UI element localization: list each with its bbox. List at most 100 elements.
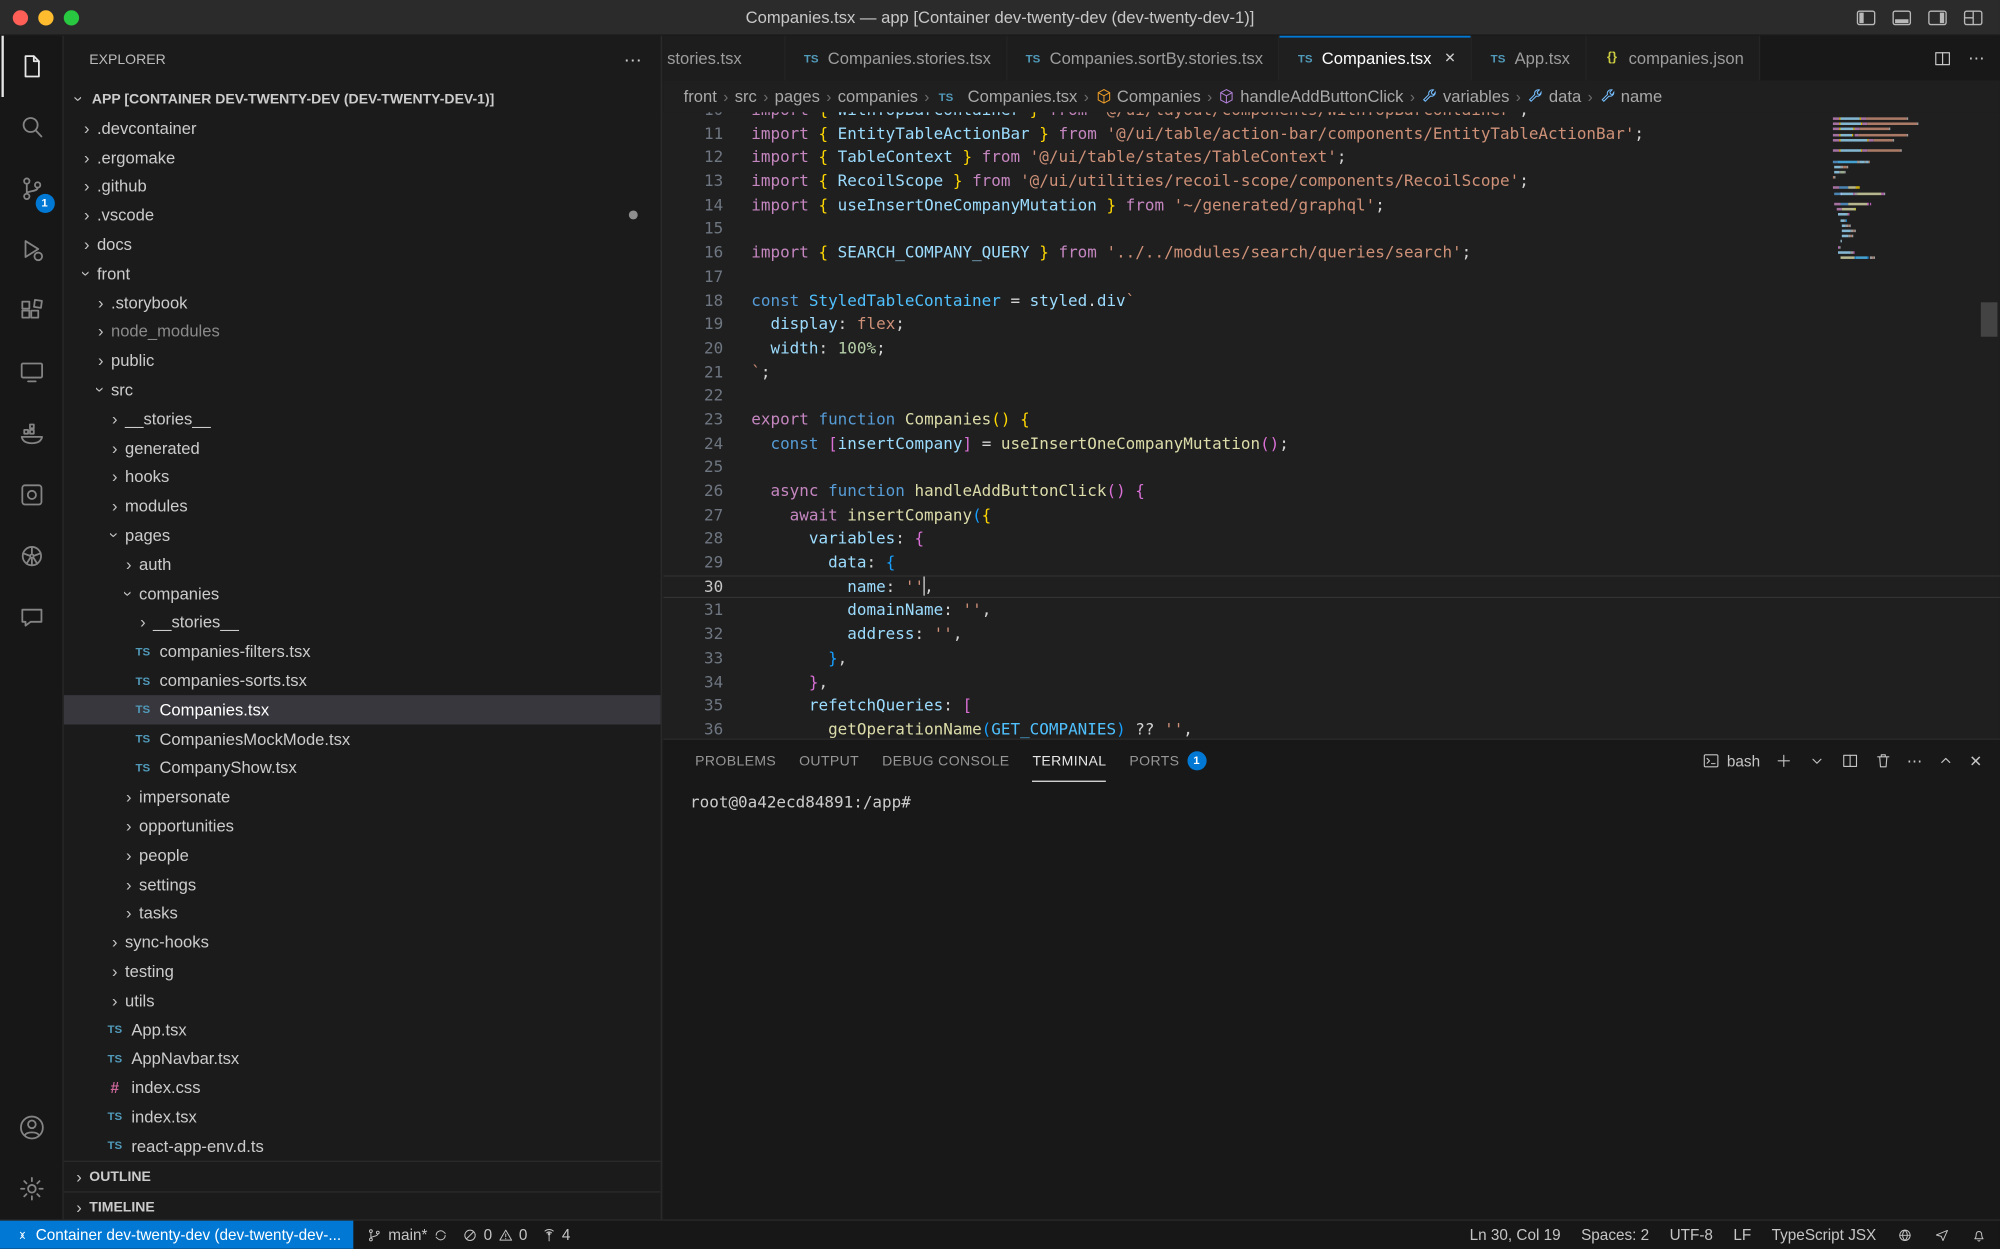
folder-impersonate[interactable]: ›impersonate [64,782,661,811]
toggle-primary-sidebar-icon[interactable] [1855,6,1878,29]
code-line-31[interactable]: 31 domainName: '', [663,599,2000,623]
remote-indicator[interactable]: Container dev-twenty-dev (dev-twenty-dev… [0,1221,354,1249]
folder-__stories__[interactable]: ›__stories__ [64,404,661,433]
outline-section[interactable]: › OUTLINE [64,1161,661,1192]
code-line-36[interactable]: 36 getOperationName(GET_COMPANIES) ?? ''… [663,718,2000,739]
split-editor-icon[interactable] [1932,48,1952,68]
folder-.devcontainer[interactable]: ›.devcontainer [64,114,661,143]
run-debug-icon[interactable] [1,219,62,280]
folder-tasks[interactable]: ›tasks [64,899,661,928]
comment-icon[interactable] [1,587,62,648]
container-tools-icon[interactable] [1,464,62,525]
toggle-secondary-sidebar-icon[interactable] [1926,6,1949,29]
terminal[interactable]: root@0a42ecd84891:/app# [663,782,2000,811]
breadcrumb-item-pages[interactable]: pages [775,87,820,106]
folder-opportunities[interactable]: ›opportunities [64,811,661,840]
file-react-app-env.d.ts[interactable]: TSreact-app-env.d.ts [64,1131,661,1160]
panel-tab-terminal[interactable]: TERMINAL [1032,740,1106,781]
status-encoding[interactable]: UTF-8 [1670,1226,1713,1244]
file-CompaniesMockMode.tsx[interactable]: TSCompaniesMockMode.tsx [64,724,661,753]
panel-tab-problems[interactable]: PROBLEMS [695,740,776,781]
folder-people[interactable]: ›people [64,840,661,869]
shell-selector[interactable]: bash [1701,751,1760,770]
code-line-11[interactable]: 11import { EntityTableActionBar } from '… [663,122,2000,146]
code-line-25[interactable]: 25 [663,456,2000,480]
kubernetes-icon[interactable] [1,526,62,587]
folder-__stories__[interactable]: ›__stories__ [64,608,661,637]
code-line-28[interactable]: 28 variables: { [663,527,2000,551]
explorer-icon[interactable] [1,36,62,97]
breadcrumb-item-Companies[interactable]: Companies [1095,87,1201,106]
notifications-bell-icon[interactable] [1971,1226,1988,1243]
minimap[interactable] [1833,117,1973,261]
code-line-26[interactable]: 26 async function handleAddButtonClick()… [663,480,2000,504]
remote-explorer-icon[interactable] [1,342,62,403]
code-line-15[interactable]: 15 [663,217,2000,241]
file-index.css[interactable]: #index.css [64,1073,661,1102]
code-line-17[interactable]: 17 [663,265,2000,289]
folder-hooks[interactable]: ›hooks [64,462,661,491]
breadcrumb-item-data[interactable]: data [1527,87,1581,106]
status-indentation[interactable]: Spaces: 2 [1581,1226,1649,1244]
branch-indicator[interactable]: main* [367,1226,450,1244]
panel-tab-ports[interactable]: PORTS1 [1129,740,1206,781]
folder-front[interactable]: ›front [64,259,661,288]
status-eol[interactable]: LF [1733,1226,1751,1244]
folder-pages[interactable]: ›pages [64,521,661,550]
code-line-13[interactable]: 13import { RecoilScope } from '@/ui/util… [663,170,2000,194]
kill-terminal-icon[interactable] [1874,751,1893,770]
terminal-dropdown-icon[interactable] [1807,751,1826,770]
customize-layout-icon[interactable] [1962,6,1985,29]
panel-tab-debug-console[interactable]: DEBUG CONSOLE [882,740,1009,781]
file-CompanyShow.tsx[interactable]: TSCompanyShow.tsx [64,753,661,782]
status-cursor-position[interactable]: Ln 30, Col 19 [1470,1226,1561,1244]
ports-indicator[interactable]: 4 [540,1226,570,1244]
code-line-22[interactable]: 22 [663,384,2000,408]
code-line-34[interactable]: 34 }, [663,670,2000,694]
breadcrumb-item-handleAddButtonClick[interactable]: handleAddButtonClick [1219,87,1404,106]
tab-companies.json[interactable]: {}companies.json [1587,36,1761,81]
extensions-icon[interactable] [1,281,62,342]
source-control-icon[interactable]: 1 [1,158,62,219]
breadcrumb-item-variables[interactable]: variables [1421,87,1509,106]
folder-public[interactable]: ›public [64,346,661,375]
code-line-35[interactable]: 35 refetchQueries: [ [663,694,2000,718]
tab-Companies.stories.tsx[interactable]: TSCompanies.stories.tsx [786,36,1008,81]
file-companies-filters.tsx[interactable]: TScompanies-filters.tsx [64,637,661,666]
docker-icon[interactable] [1,403,62,464]
file-companies-sorts.tsx[interactable]: TScompanies-sorts.tsx [64,666,661,695]
code-line-18[interactable]: 18const StyledTableContainer = styled.di… [663,289,2000,313]
explorer-more-actions-icon[interactable]: ⋯ [624,49,643,71]
tab-Companies.sortBy.stories.tsx[interactable]: TSCompanies.sortBy.stories.tsx [1008,36,1280,81]
language-status-icon[interactable] [1897,1226,1914,1243]
more-actions-icon[interactable]: ⋯ [1968,48,1985,68]
tab-stories.tsx[interactable]: stories.tsx [663,36,785,81]
breadcrumb-item-Companies.tsx[interactable]: TSCompanies.tsx [936,87,1078,106]
tab-Companies.tsx[interactable]: TSCompanies.tsx✕ [1280,36,1473,81]
feedback-icon[interactable] [1934,1226,1951,1243]
code-line-33[interactable]: 33 }, [663,646,2000,670]
folder-utils[interactable]: ›utils [64,986,661,1015]
maximize-panel-icon[interactable] [1936,751,1955,770]
code-line-19[interactable]: 19 display: flex; [663,313,2000,337]
breadcrumb-item-name[interactable]: name [1599,87,1662,106]
code-line-32[interactable]: 32 address: '', [663,623,2000,647]
folder-auth[interactable]: ›auth [64,550,661,579]
file-Companies.tsx[interactable]: TSCompanies.tsx [64,695,661,724]
folder-docs[interactable]: ›docs [64,230,661,259]
code-editor[interactable]: 10import { WithTopBarContainer } from '@… [663,112,2000,738]
toggle-panel-icon[interactable] [1890,6,1913,29]
file-index.tsx[interactable]: TSindex.tsx [64,1102,661,1131]
folder-companies[interactable]: ›companies [64,579,661,608]
code-line-14[interactable]: 14import { useInsertOneCompanyMutation }… [663,194,2000,218]
code-line-23[interactable]: 23export function Companies() { [663,408,2000,432]
folder-.github[interactable]: ›.github [64,172,661,201]
code-line-21[interactable]: 21`; [663,360,2000,384]
folder-sync-hooks[interactable]: ›sync-hooks [64,928,661,957]
problems-indicator[interactable]: 0 0 [462,1226,528,1244]
close-panel-icon[interactable]: ✕ [1969,752,1982,770]
code-line-27[interactable]: 27 await insertCompany({ [663,503,2000,527]
breadcrumb-item-front[interactable]: front [684,87,717,106]
settings-gear-icon[interactable] [1,1158,62,1219]
folder-testing[interactable]: ›testing [64,957,661,986]
